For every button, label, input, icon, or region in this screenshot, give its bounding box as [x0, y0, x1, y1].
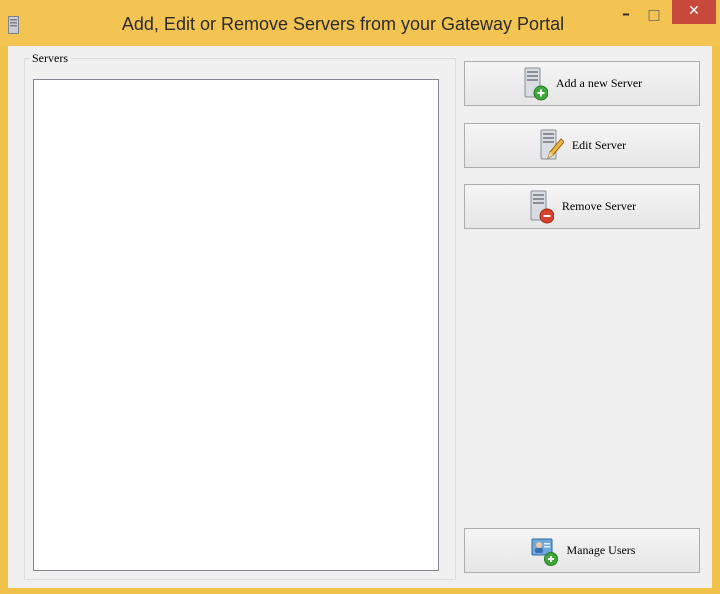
manage-users-button[interactable]: Manage Users [464, 528, 700, 573]
window: Add, Edit or Remove Servers from your Ga… [0, 0, 720, 594]
manage-users-label: Manage Users [566, 543, 636, 557]
minimize-icon: – [622, 4, 630, 23]
close-button[interactable]: ✕ [672, 0, 716, 24]
title-bar[interactable]: Add, Edit or Remove Servers from your Ga… [0, 0, 720, 46]
manage-users-icon [531, 538, 558, 566]
edit-server-button[interactable]: Edit Server [464, 123, 700, 168]
add-server-label: Add a new Server [555, 76, 643, 90]
minimize-button[interactable]: – [612, 4, 640, 26]
servers-list[interactable] [33, 79, 439, 571]
edit-server-label: Edit Server [571, 138, 627, 152]
remove-server-label: Remove Server [561, 199, 637, 213]
maximize-button[interactable]: □ [640, 4, 668, 26]
add-server-button[interactable]: Add a new Server [464, 61, 700, 106]
maximize-icon: □ [647, 7, 661, 23]
client-area: Servers Add a new Server Edit Server Rem… [8, 46, 712, 588]
remove-server-button[interactable]: Remove Server [464, 184, 700, 229]
edit-server-icon [540, 129, 564, 159]
servers-group-label: Servers [30, 51, 70, 66]
close-icon: ✕ [688, 3, 700, 19]
remove-server-icon [530, 190, 554, 223]
add-server-icon [524, 67, 548, 100]
